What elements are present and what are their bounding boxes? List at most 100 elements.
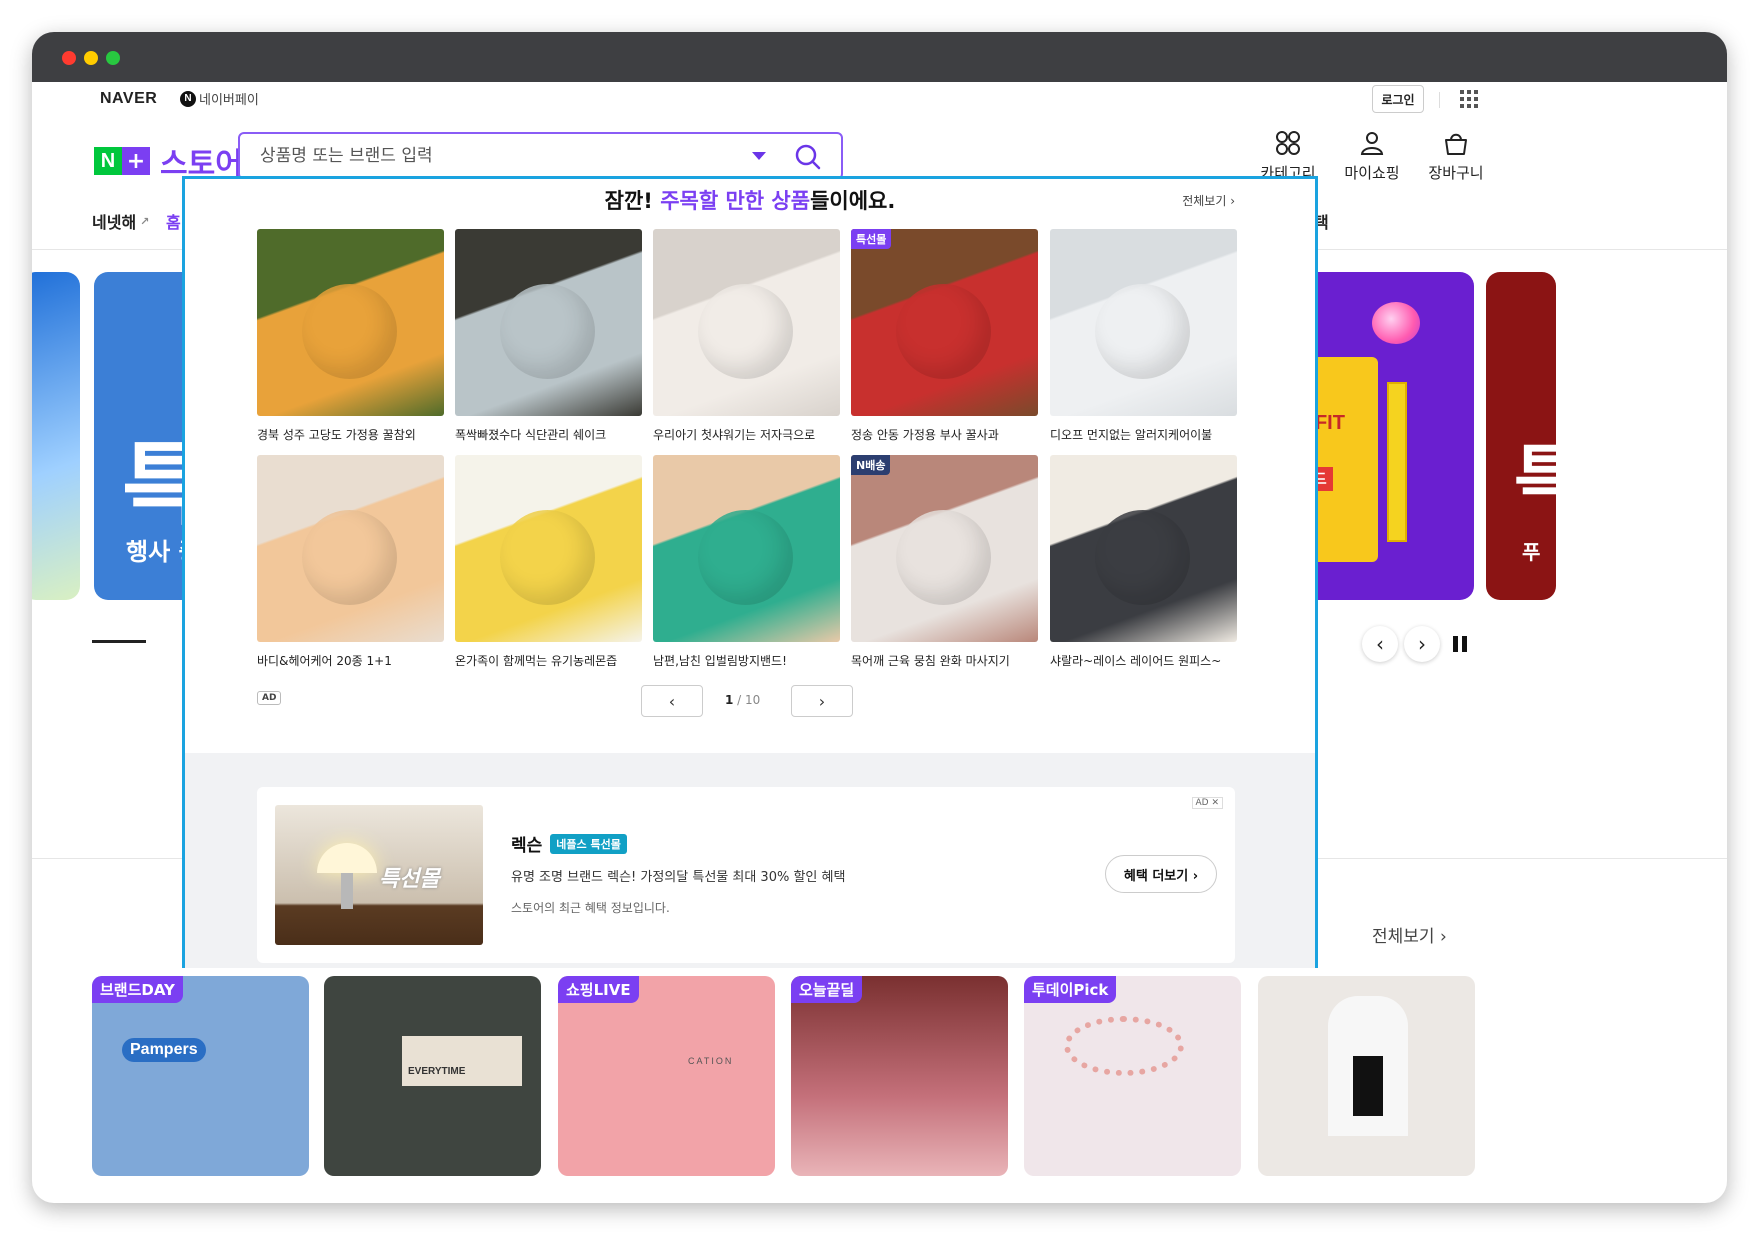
pager-next-button[interactable]: › [791,685,853,717]
see-all-link[interactable]: 전체보기 › [1372,922,1447,947]
pager-indicator: 1 / 10 [725,693,760,707]
bottom-card[interactable]: EVERYTIME [324,976,541,1176]
ad-more-benefits-button[interactable]: 혜택 더보기 › [1105,855,1217,893]
bottom-card[interactable]: 투데이Pick [1024,976,1241,1176]
cart-label: 장바구니 [1428,164,1484,182]
product-card[interactable]: 디오프 먼지없는 알러지케어이불 [1050,229,1237,443]
pager-total: / 10 [733,693,761,707]
basket-icon [1445,133,1467,155]
product-shape [896,510,991,605]
pager-prev-button[interactable]: ‹ [641,685,703,717]
lamp-stand [341,873,353,909]
carousel-next-button[interactable]: › [1404,626,1440,662]
product-name[interactable]: 바디&헤어케어 20종 1+1 [257,652,444,669]
carousel-prev-button[interactable]: ‹ [1362,626,1398,662]
product-card[interactable]: 온가족이 함께먹는 유기농레몬즙 [455,455,642,669]
product-image[interactable] [1050,455,1237,642]
recommendation-popup: 잠깐! 주목할 만한 상품들이에요. 전체보기 › 경북 성주 고당도 가정용 … [182,176,1318,968]
search-input[interactable] [260,144,730,168]
product-badge: N배송 [851,455,891,475]
cart-button[interactable]: 장바구니 [1416,130,1496,183]
popup-title-pre: 잠깐! [604,189,661,213]
naverpay-link[interactable]: N 네이버페이 [180,89,259,108]
nav-item-home[interactable]: 홈 [166,209,181,233]
product-card[interactable]: 경북 성주 고당도 가정용 꿀참외 [257,229,444,443]
product-card[interactable]: 바디&헤어케어 20종 1+1 [257,455,444,669]
product-shape [698,284,793,379]
product-shape [500,510,595,605]
naver-link[interactable]: NAVER [100,90,157,108]
product-name[interactable]: 샤랄라~레이스 레이어드 원피스~ [1050,652,1237,669]
close-window-button[interactable] [62,51,76,65]
search-bar [238,132,843,180]
product-image[interactable] [257,229,444,416]
product-name[interactable]: 디오프 먼지없는 알러지케어이불 [1050,426,1237,443]
title-bar [32,32,1727,82]
ad-card[interactable]: 특선몰 렉슨 네플스 특선몰 유명 조명 브랜드 렉슨! 가정의달 특선물 최대… [257,787,1235,963]
bottom-card[interactable]: 오늘끝딜 [791,976,1008,1176]
pause-icon [1453,636,1458,652]
product-image[interactable]: N배송 [851,455,1038,642]
bottom-card[interactable] [1258,976,1475,1176]
product-name[interactable]: 정송 안동 가정용 부사 꿀사과 [851,426,1038,443]
product-image[interactable] [653,229,840,416]
product-card[interactable]: 우리아기 첫샤워기는 저자극으로 [653,229,840,443]
product-name[interactable]: 폭싹빠졌수다 식단관리 쉐이크 [455,426,642,443]
ad-thumb-text: 특선몰 [379,867,440,892]
product-image[interactable] [1050,229,1237,416]
product-image[interactable]: 특선몰 [851,229,1038,416]
product-name[interactable]: 우리아기 첫샤워기는 저자극으로 [653,426,840,443]
ad-label: AD [257,691,282,705]
naverpay-label: 네이버페이 [199,93,259,108]
nav-item-first[interactable]: 네넷해 ↗ [92,209,149,233]
maximize-window-button[interactable] [106,51,120,65]
popup-title: 잠깐! 주목할 만한 상품들이에요. [185,185,1315,215]
banner-left-partial[interactable] [32,272,80,600]
product-card[interactable]: 샤랄라~레이스 레이어드 원피스~ [1050,455,1237,669]
product-name[interactable]: 온가족이 함께먹는 유기농레몬즙 [455,652,642,669]
browser-window: NAVER N 네이버페이 로그인 N + 스토어 카테고리 [32,32,1727,1203]
login-button[interactable]: 로그인 [1372,85,1424,113]
product-shape [896,284,991,379]
carousel-pause-button[interactable] [1442,626,1478,662]
card-tag: 브랜드DAY [92,976,183,1003]
bottom-card[interactable]: 브랜드DAY Pampers [92,976,309,1176]
product-card[interactable]: N배송목어깨 근육 뭉침 완화 마사지기 [851,455,1038,669]
ad-close-button[interactable]: AD ✕ [1191,797,1223,809]
lamp-icon [317,843,377,873]
product-card[interactable]: 폭싹빠졌수다 식단관리 쉐이크 [455,229,642,443]
product-image[interactable] [653,455,840,642]
product-card[interactable]: 특선몰정송 안동 가정용 부사 꿀사과 [851,229,1038,443]
category-icon [1276,131,1300,155]
myshopping-label: 마이쇼핑 [1344,164,1400,182]
product-card[interactable]: 남편,남친 입벌림방지밴드! [653,455,840,669]
card-product: EVERYTIME [402,1036,522,1086]
search-scope-dropdown-icon[interactable] [752,152,766,160]
product-name[interactable]: 남편,남친 입벌림방지밴드! [653,652,840,669]
app-grid-icon[interactable] [1460,90,1478,108]
popup-see-all-link[interactable]: 전체보기 › [1182,192,1235,209]
product-shape [302,510,397,605]
product-badge: 특선몰 [851,229,892,249]
divider [1439,92,1440,108]
card-caption: Pampers [122,1038,206,1062]
banner-right-glyph: 특 [1514,437,1556,519]
ad-brand: 렉슨 네플스 특선몰 [511,831,627,856]
popup-ad-section: 특선몰 렉슨 네플스 특선몰 유명 조명 브랜드 렉슨! 가정의달 특선물 최대… [185,753,1315,968]
product-stick [1387,382,1407,542]
bottom-card[interactable]: 쇼핑LIVE CATION [558,976,775,1176]
banner-right-partial[interactable]: 특 푸 [1486,272,1556,600]
minimize-window-button[interactable] [84,51,98,65]
card-caption: CATION [688,1056,734,1066]
mannequin-dress [1353,1056,1383,1116]
myshopping-button[interactable]: 마이쇼핑 [1332,130,1412,183]
nav-item-label: 네넷해 [92,213,137,232]
banner-right-text: 푸 [1522,540,1541,564]
product-image[interactable] [455,229,642,416]
product-image[interactable] [455,455,642,642]
naverpay-icon: N [180,90,196,107]
product-name[interactable]: 경북 성주 고당도 가정용 꿀참외 [257,426,444,443]
product-name[interactable]: 목어깨 근육 뭉침 완화 마사지기 [851,652,1038,669]
product-image[interactable] [257,455,444,642]
search-icon[interactable] [794,143,822,171]
